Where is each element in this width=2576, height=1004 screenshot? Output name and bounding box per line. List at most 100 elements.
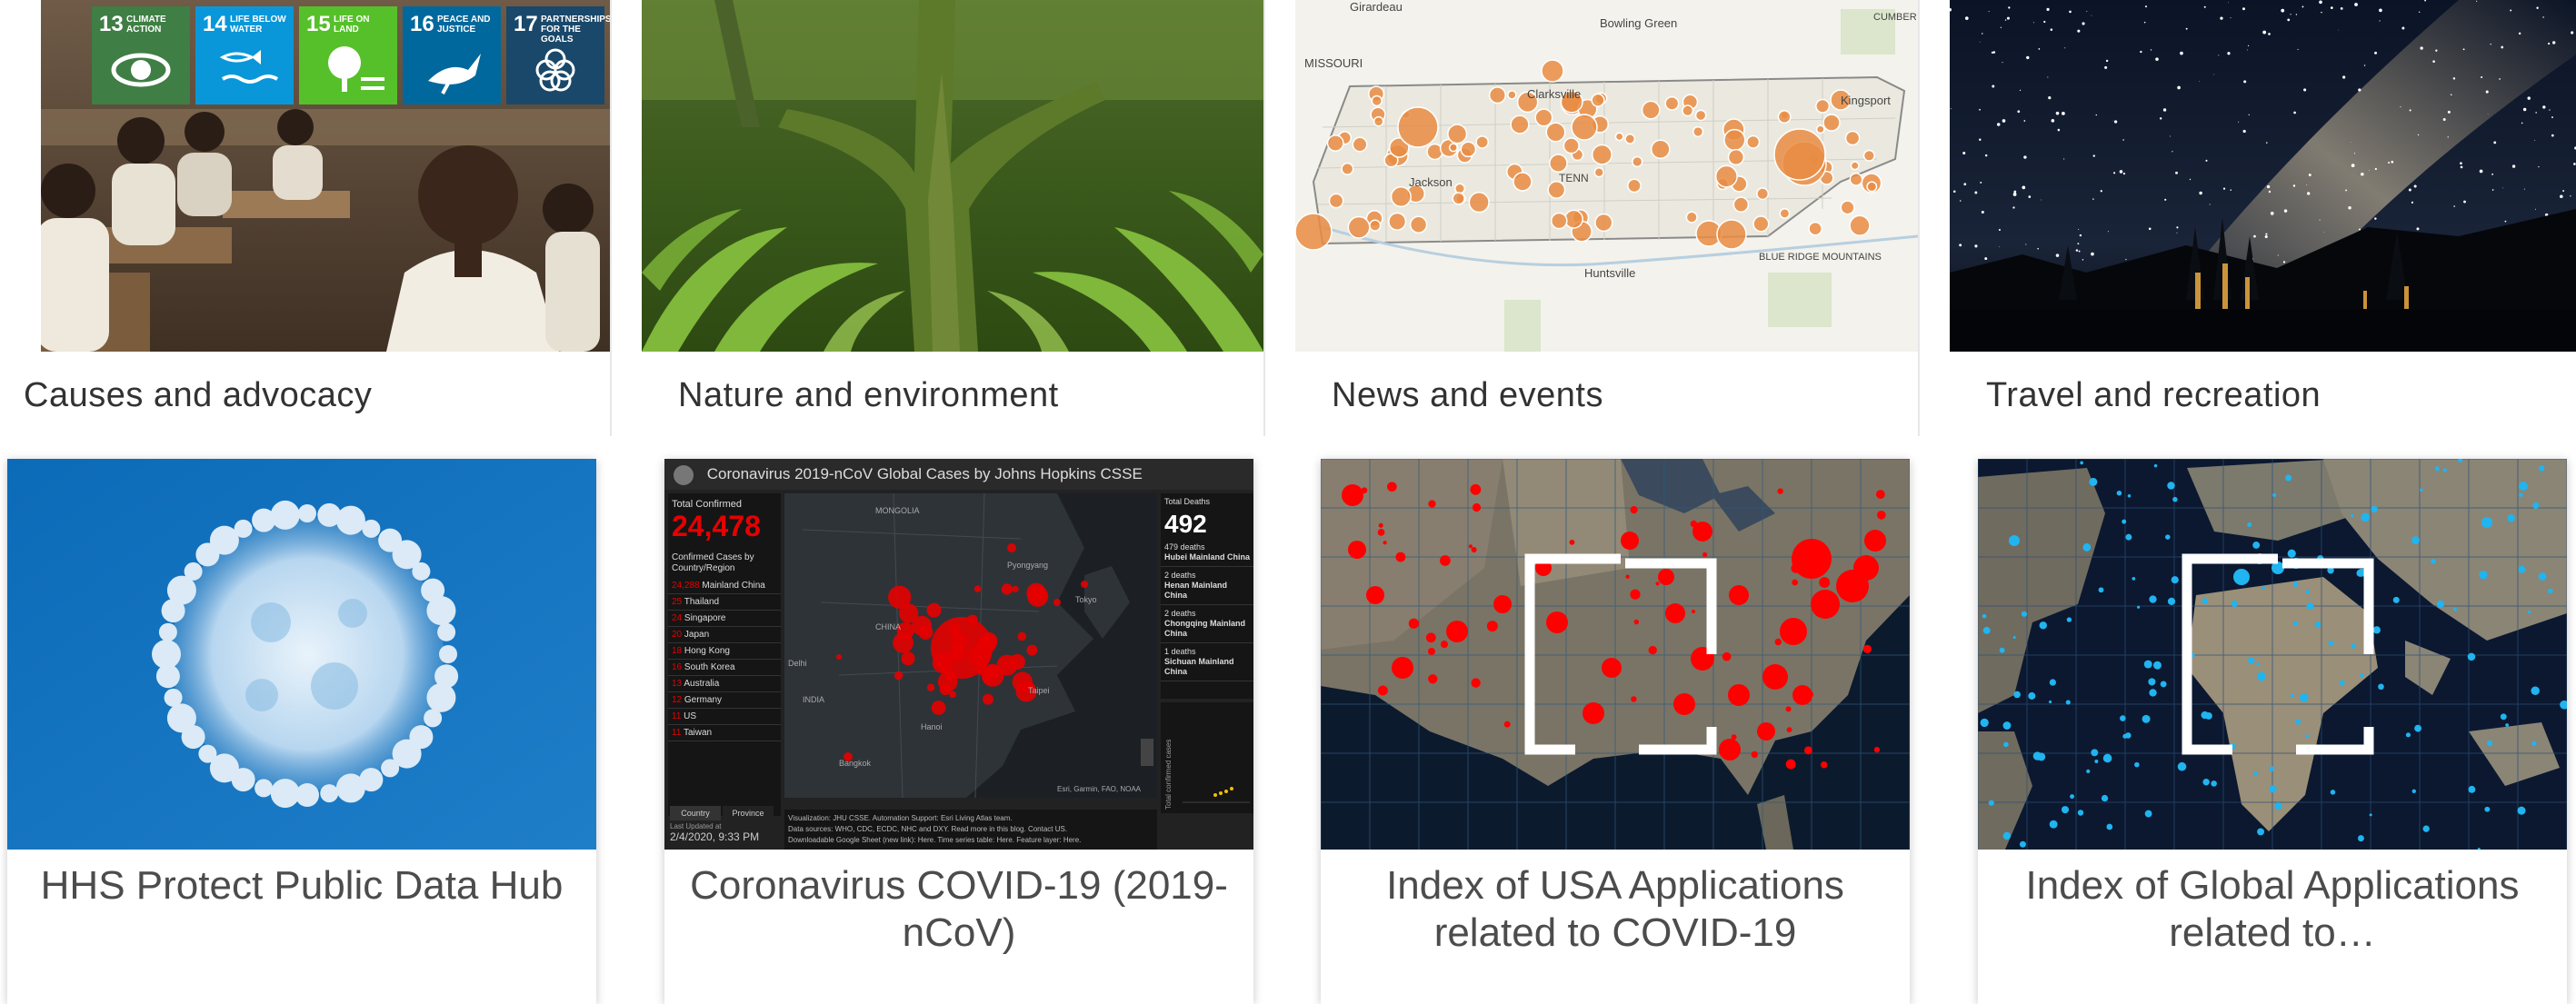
map-bubble (1815, 124, 1825, 134)
case-bubble (1395, 552, 1406, 562)
zoom-control[interactable] (1141, 739, 1153, 766)
case-bubble (1440, 555, 1451, 566)
star (1979, 138, 1982, 141)
app-card-covid-dashboard[interactable]: Coronavirus 2019-nCoV Global Cases by Jo… (664, 459, 1253, 1004)
case-bubble (1583, 702, 1604, 724)
star (2538, 165, 2540, 168)
map-bubble (1849, 173, 1863, 186)
case-bubble (901, 651, 915, 666)
map-bubble (1682, 104, 1694, 117)
deaths-panel: Total Deaths 492 479 deaths Hubei Mainlan… (1161, 493, 1253, 699)
region-row[interactable]: 25 Thailand (668, 594, 781, 611)
tab-province[interactable]: Province (723, 806, 774, 820)
star (2012, 206, 2015, 209)
death-row[interactable]: 2 deaths Chongqing Mainland China (1161, 605, 1253, 643)
star (2230, 17, 2232, 19)
star (2361, 172, 2364, 176)
virus-spike (412, 562, 431, 581)
app-dot (2149, 689, 2157, 697)
star (2075, 249, 2079, 252)
app-dot (2127, 493, 2132, 498)
star (2290, 14, 2291, 15)
app-card-global-index[interactable]: Index of Global Applications related to… (1978, 459, 2567, 1004)
region-row[interactable]: 11 US (668, 709, 781, 725)
star (2086, 10, 2088, 12)
app-dot (2274, 802, 2282, 810)
case-bubble (1428, 500, 1436, 508)
case-bubble (1633, 619, 1640, 625)
app-dot (2167, 597, 2176, 606)
map-bubble (1352, 136, 1368, 153)
case-bubble (1786, 727, 1792, 733)
map-bubble (1507, 90, 1517, 100)
app-dot (2233, 569, 2250, 585)
death-row[interactable]: 1 deaths Sichuan Mainland China (1161, 643, 1253, 681)
region-row[interactable]: 24,288 Mainland China (668, 578, 781, 594)
star (2374, 167, 2378, 171)
map-bubble (1714, 164, 1738, 188)
app-dot (2211, 780, 2217, 787)
case-bubble (1377, 529, 1385, 536)
map-label-mongolia: MONGOLIA (875, 506, 920, 515)
category-tile-travel[interactable]: Travel and recreation (1920, 0, 2576, 436)
case-bubble (984, 663, 1000, 679)
map-bubble (1685, 211, 1698, 224)
region-row[interactable]: 16 South Korea (668, 660, 781, 676)
app-dot (2080, 461, 2084, 465)
app-dot (2021, 611, 2028, 617)
star (2199, 191, 2202, 195)
virus-spike (426, 682, 456, 712)
map-bubble (1347, 215, 1371, 239)
app-dot (2484, 806, 2491, 812)
star (2306, 184, 2308, 185)
app-dot (2292, 582, 2299, 587)
region-row[interactable]: 18 Hong Kong (668, 643, 781, 660)
star (1984, 257, 1988, 261)
world-map-image (1978, 459, 2567, 850)
app-dot (2305, 734, 2310, 738)
app-card-hhs[interactable]: HHS Protect Public Data Hub (7, 459, 596, 1004)
map-attribution: Esri, Garmin, FAO, NOAA (1057, 785, 1142, 793)
app-dot (2330, 790, 2336, 795)
death-row[interactable]: 479 deaths Hubei Mainland China (1161, 539, 1253, 567)
death-row[interactable]: 2 deaths Henan Mainland China (1161, 567, 1253, 605)
app-card-usa-index[interactable]: Index of USA Applications related to COV… (1321, 459, 1910, 1004)
dashboard-header: Coronavirus 2019-nCoV Global Cases by Jo… (664, 459, 1253, 490)
category-tile-nature[interactable]: Nature and environment (612, 0, 1265, 436)
region-row[interactable]: 13 Australia (668, 676, 781, 692)
case-bubble (1017, 631, 1027, 641)
app-dot (2257, 671, 2266, 681)
case-bubble (1428, 674, 1438, 684)
category-row: 13 CLIMATE ACTION 14 LIFE BELOW WATER 15 (0, 0, 2576, 436)
region-row[interactable]: 12 Germany (668, 692, 781, 709)
category-tile-news[interactable]: MISSOURI Girardeau Bowling Green Huntsvi… (1265, 0, 1920, 436)
app-dot (2144, 810, 2152, 818)
map-bubble (1694, 109, 1707, 122)
case-bubble (1446, 621, 1468, 642)
star (2077, 29, 2081, 33)
app-dot (2106, 823, 2113, 830)
region-row[interactable]: 24 Singapore (668, 611, 781, 627)
map-bubble (1326, 134, 1344, 153)
region-row[interactable]: 20 Japan (668, 627, 781, 643)
total-confirmed-label: Total Confirmed (672, 499, 743, 510)
app-dot (2002, 721, 2012, 730)
case-bubble (931, 701, 946, 715)
last-updated-value: 2/4/2020, 9:33 PM (670, 830, 760, 843)
map-bubble (1475, 135, 1489, 149)
app-dot (2134, 761, 2140, 768)
case-bubble (1377, 685, 1388, 696)
case-bubble (1762, 664, 1788, 690)
cases-chart-panel: Total confirmed cases (1161, 702, 1253, 813)
map-bubble (1723, 128, 1746, 152)
app-dot (2369, 813, 2372, 817)
total-deaths-value: 492 (1164, 510, 1207, 538)
star (2078, 250, 2081, 253)
virus-spike (426, 596, 456, 626)
category-tile-causes[interactable]: 13 CLIMATE ACTION 14 LIFE BELOW WATER 15 (0, 0, 612, 436)
death-count: 2 deaths (1164, 571, 1196, 580)
star (2571, 31, 2574, 35)
region-row[interactable]: 11 Taiwan (668, 725, 781, 741)
tab-country[interactable]: Country (670, 806, 721, 820)
app-dot (2202, 779, 2210, 786)
